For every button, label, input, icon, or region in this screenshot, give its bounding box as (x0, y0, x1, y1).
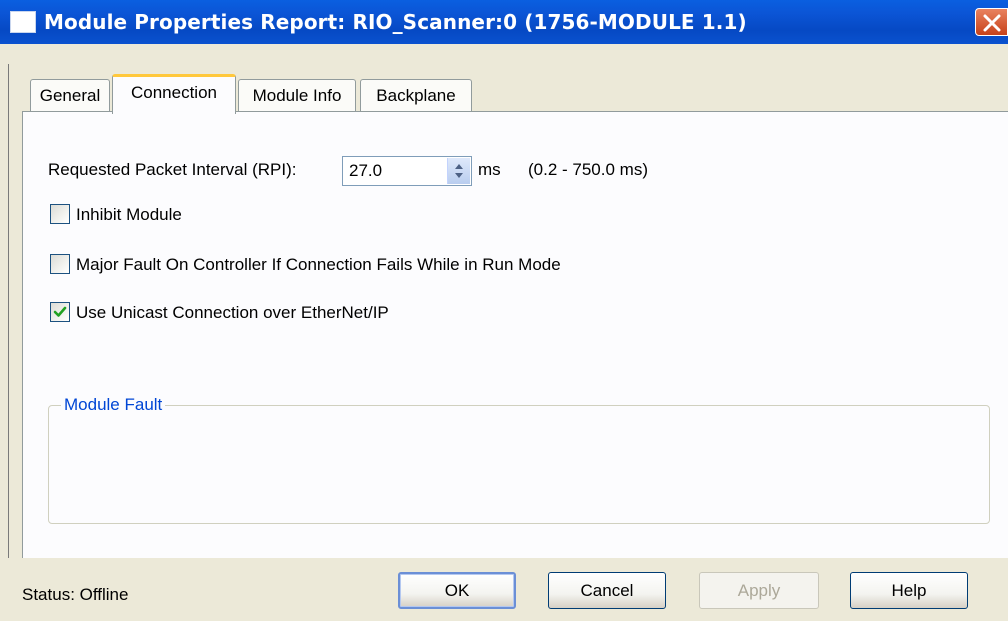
tab-module-info[interactable]: Module Info (238, 79, 356, 112)
module-fault-group: Module Fault (48, 395, 990, 524)
rpi-range: (0.2 - 750.0 ms) (528, 160, 648, 179)
spinner-arrows-icon (455, 164, 463, 178)
rpi-label: Requested Packet Interval (RPI): (48, 160, 297, 179)
apply-button[interactable]: Apply (699, 572, 819, 609)
rpi-input[interactable]: 27.0 (342, 156, 472, 186)
ok-button[interactable]: OK (398, 572, 516, 609)
inhibit-module-label[interactable]: Inhibit Module (76, 205, 182, 225)
unicast-checkbox[interactable] (50, 302, 70, 322)
check-icon (53, 306, 67, 317)
cancel-button[interactable]: Cancel (548, 572, 666, 609)
window-title: Module Properties Report: RIO_Scanner:0 … (44, 10, 747, 34)
rpi-unit: ms (478, 160, 501, 179)
dialog-left-border (8, 64, 9, 558)
close-icon (983, 14, 1001, 32)
status-text: Status: Offline (22, 585, 129, 604)
unicast-label[interactable]: Use Unicast Connection over EtherNet/IP (76, 303, 389, 323)
close-button[interactable] (975, 8, 1008, 36)
window-icon (10, 11, 36, 33)
tab-general[interactable]: General (30, 79, 110, 112)
module-fault-title: Module Fault (61, 395, 166, 415)
rpi-spinner[interactable] (447, 158, 470, 184)
major-fault-label[interactable]: Major Fault On Controller If Connection … (76, 255, 561, 275)
rpi-value[interactable]: 27.0 (349, 161, 382, 181)
inhibit-module-checkbox[interactable] (50, 204, 70, 224)
major-fault-checkbox[interactable] (50, 254, 70, 274)
help-button[interactable]: Help (850, 572, 968, 609)
tab-backplane[interactable]: Backplane (360, 79, 472, 112)
tab-connection[interactable]: Connection (112, 74, 236, 114)
title-bar[interactable]: Module Properties Report: RIO_Scanner:0 … (0, 0, 1008, 44)
